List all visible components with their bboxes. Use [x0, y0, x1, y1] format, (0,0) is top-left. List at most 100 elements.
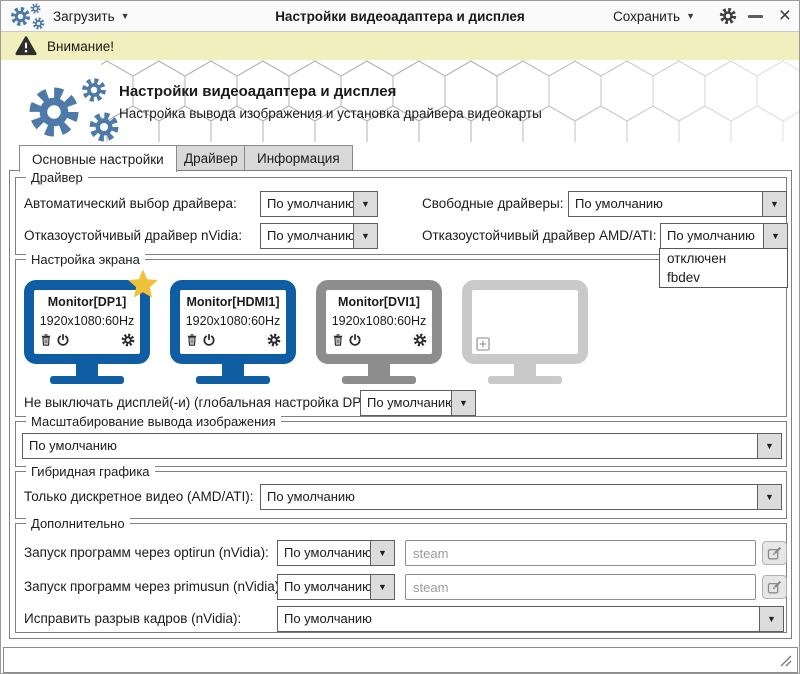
- settings-gear-icon[interactable]: [719, 7, 737, 25]
- monitor-base: [50, 376, 124, 384]
- monitor-mode: 1920x1080:60Hz: [185, 314, 281, 328]
- tab-driver[interactable]: Драйвер: [171, 145, 251, 170]
- monitor-stand: [514, 364, 536, 376]
- tab-main-settings[interactable]: Основные настройки: [19, 145, 177, 172]
- monitor-dvi1[interactable]: Monitor[DVI1] 1920x1080:60Hz: [316, 280, 442, 384]
- resize-grip[interactable]: [777, 652, 793, 668]
- monitor-settings-gear-icon[interactable]: [121, 333, 135, 347]
- monitor-base: [196, 376, 270, 384]
- warning-text: Внимание!: [47, 38, 115, 54]
- tearing-value: По умолчанию: [284, 611, 372, 626]
- discrete-video-value: По умолчанию: [267, 489, 355, 504]
- group-hybrid: Гибридная графика Только дискретное виде…: [15, 463, 787, 519]
- warning-triangle-icon: [15, 36, 37, 56]
- dropdown-option-fbdev[interactable]: fbdev: [660, 268, 787, 287]
- monitor-stand: [76, 364, 98, 376]
- combo-arrow-button[interactable]: ▼: [370, 541, 394, 565]
- monitor-base: [342, 376, 416, 384]
- chevron-down-icon: ▼: [767, 614, 776, 624]
- free-drivers-select[interactable]: По умолчанию ▼: [568, 191, 787, 217]
- optirun-edit-button[interactable]: [762, 541, 787, 565]
- chevron-down-icon: ▼: [361, 231, 370, 241]
- add-monitor-icon[interactable]: [475, 336, 491, 352]
- page-subtitle: Настройка вывода изображения и установка…: [119, 106, 542, 121]
- combo-arrow-button[interactable]: ▼: [762, 192, 786, 216]
- monitor-settings-gear-icon[interactable]: [413, 333, 427, 347]
- optirun-select[interactable]: По умолчанию ▼: [277, 540, 395, 566]
- chevron-down-icon: ▼: [770, 199, 779, 209]
- chevron-down-icon: ▼: [686, 11, 695, 21]
- header-logo-gear-small-icon: [81, 77, 107, 103]
- load-button[interactable]: Загрузить ▼: [53, 1, 130, 31]
- warning-bar: Внимание!: [1, 32, 799, 60]
- combo-arrow-button[interactable]: ▼: [451, 391, 475, 415]
- combo-arrow-button[interactable]: ▼: [757, 485, 781, 509]
- monitor-mode: 1920x1080:60Hz: [331, 314, 427, 328]
- chevron-down-icon: ▼: [459, 398, 468, 408]
- combo-arrow-button[interactable]: ▼: [353, 224, 377, 248]
- group-scaling: Масштабирование вывода изображения По ум…: [15, 413, 787, 467]
- monitor-frame: [462, 280, 588, 364]
- group-driver: Драйвер Автоматический выбор драйвера: П…: [15, 169, 788, 255]
- tearing-label: Исправить разрыв кадров (nVidia):: [24, 611, 242, 626]
- title-bar: Загрузить ▼ Настройки видеоадаптера и ди…: [1, 1, 799, 32]
- edit-pencil-icon: [767, 579, 782, 593]
- group-advanced: Дополнительно Запуск программ через opti…: [15, 515, 787, 633]
- primusun-select[interactable]: По умолчанию ▼: [277, 574, 395, 600]
- primusun-label: Запуск программ через primusun (nVidia):: [24, 579, 284, 594]
- failsafe-nvidia-label: Отказоустойчивый драйвер nVidia:: [24, 228, 243, 243]
- power-monitor-icon[interactable]: [56, 333, 70, 347]
- monitor-dp1[interactable]: Monitor[DP1] 1920x1080:60Hz: [24, 269, 158, 384]
- monitor-hdmi1[interactable]: Monitor[HDMI1] 1920x1080:60Hz: [170, 280, 296, 384]
- combo-arrow-button[interactable]: ▼: [757, 434, 781, 458]
- tab-information[interactable]: Информация: [244, 145, 353, 170]
- auto-driver-select[interactable]: По умолчанию ▼: [260, 191, 378, 217]
- monitor-stand: [368, 364, 390, 376]
- monitor-mode: 1920x1080:60Hz: [39, 314, 135, 328]
- optirun-label: Запуск программ через optirun (nVidia):: [24, 545, 269, 560]
- dpms-value: По умолчанию: [367, 395, 451, 410]
- failsafe-amd-label: Отказоустойчивый драйвер AMD/ATI:: [422, 228, 657, 243]
- header-logo-gear-medium-icon: [88, 111, 120, 142]
- delete-monitor-icon[interactable]: [331, 333, 345, 347]
- group-screen-legend: Настройка экрана: [26, 251, 145, 268]
- combo-arrow-button[interactable]: ▼: [763, 224, 787, 248]
- discrete-video-select[interactable]: По умолчанию ▼: [260, 484, 782, 510]
- primusun-value: По умолчанию: [284, 579, 370, 594]
- free-drivers-label: Свободные драйверы:: [422, 196, 564, 211]
- chevron-down-icon: ▼: [378, 548, 387, 558]
- page-title: Настройки видеоадаптера и дисплея: [119, 83, 397, 100]
- failsafe-nvidia-select[interactable]: По умолчанию ▼: [260, 223, 378, 249]
- group-scaling-legend: Масштабирование вывода изображения: [26, 413, 281, 430]
- scaling-select[interactable]: По умолчанию ▼: [22, 433, 782, 459]
- free-drivers-value: По умолчанию: [575, 196, 663, 211]
- combo-arrow-button[interactable]: ▼: [353, 192, 377, 216]
- discrete-video-label: Только дискретное видео (AMD/ATI):: [24, 489, 254, 504]
- dropdown-option-disabled[interactable]: отключен: [660, 249, 787, 268]
- dpms-select[interactable]: По умолчанию ▼: [360, 390, 476, 416]
- delete-monitor-icon[interactable]: [185, 333, 199, 347]
- failsafe-amd-select[interactable]: По умолчанию ▼: [660, 223, 788, 249]
- power-monitor-icon[interactable]: [202, 333, 216, 347]
- page-header: Настройки видеоадаптера и дисплея Настро…: [1, 60, 799, 142]
- combo-arrow-button[interactable]: ▼: [759, 607, 783, 631]
- optirun-app-input[interactable]: [405, 540, 756, 566]
- primusun-edit-button[interactable]: [762, 575, 787, 599]
- primusun-app-input[interactable]: [405, 574, 756, 600]
- tearing-select[interactable]: По умолчанию ▼: [277, 606, 784, 632]
- power-monitor-icon[interactable]: [348, 333, 362, 347]
- save-button[interactable]: Сохранить ▼: [613, 1, 695, 31]
- monitor-name: Monitor[HDMI1]: [186, 295, 280, 309]
- monitor-add-placeholder[interactable]: [462, 280, 588, 384]
- delete-monitor-icon[interactable]: [39, 333, 53, 347]
- load-button-label: Загрузить: [53, 8, 115, 24]
- minimize-button[interactable]: [748, 15, 763, 18]
- combo-arrow-button[interactable]: ▼: [370, 575, 394, 599]
- close-button[interactable]: ×: [779, 2, 791, 30]
- auto-driver-value: По умолчанию: [267, 196, 353, 211]
- auto-driver-label: Автоматический выбор драйвера:: [24, 196, 237, 211]
- monitor-name: Monitor[DP1]: [47, 295, 127, 309]
- save-button-label: Сохранить: [612, 8, 681, 24]
- chevron-down-icon: ▼: [361, 199, 370, 209]
- monitor-settings-gear-icon[interactable]: [267, 333, 281, 347]
